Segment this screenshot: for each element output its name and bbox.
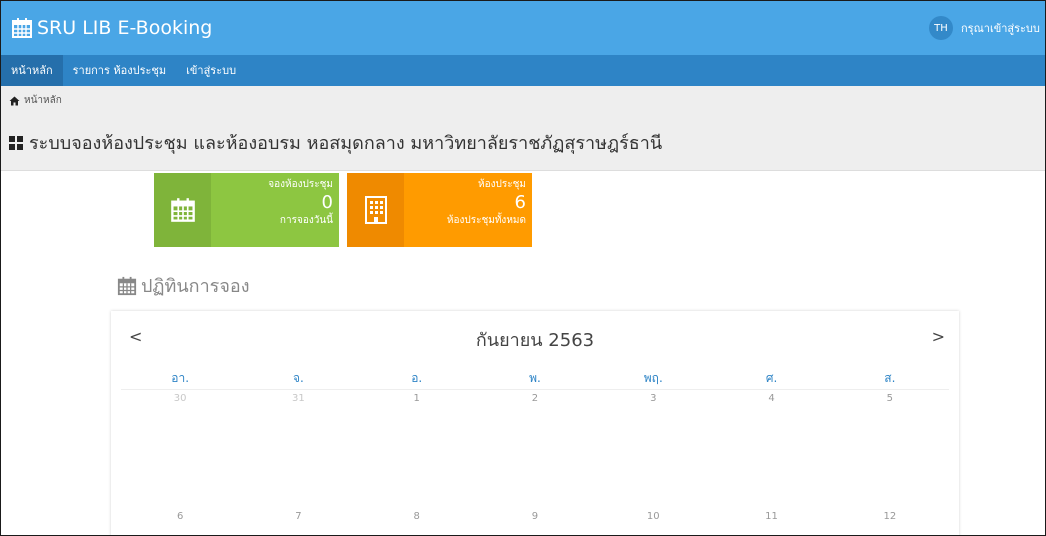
calendar-day[interactable]: 2 bbox=[476, 391, 594, 407]
calendar-day[interactable]: 7 bbox=[239, 509, 357, 525]
home-icon bbox=[9, 96, 20, 105]
calendar-icon bbox=[170, 198, 195, 222]
bookings-label: จองห้องประชุม bbox=[268, 179, 333, 190]
calendar-day[interactable]: 5 bbox=[831, 391, 949, 407]
rooms-card[interactable]: ห้องประชุม 6 ห้องประชุมทั้งหมด bbox=[347, 173, 532, 247]
weekday-header: อา. จ. อ. พ. พฤ. ศ. ส. bbox=[121, 369, 949, 390]
calendar-icon bbox=[12, 18, 32, 38]
weekday-tue: อ. bbox=[411, 371, 423, 385]
calendar-day[interactable]: 11 bbox=[712, 509, 830, 525]
building-icon bbox=[364, 196, 387, 224]
calendar-week: 6 7 8 9 10 11 12 bbox=[121, 509, 949, 525]
brand-link[interactable]: SRU LIB E-Booking bbox=[11, 15, 212, 41]
page-title-text: ระบบจองห้องประชุม และห้องอบรม หอสมุดกลาง… bbox=[29, 133, 663, 154]
app-title: SRU LIB E-Booking bbox=[37, 17, 213, 39]
breadcrumb-home[interactable]: หน้าหลัก bbox=[24, 93, 62, 108]
rooms-count: 6 bbox=[514, 192, 526, 213]
calendar-month: กันยายน 2563 bbox=[475, 330, 595, 351]
weekday-sun: อา. bbox=[171, 371, 190, 385]
main-nav: หน้าหลัก รายการ ห้องประชุม เข้าสู่ระบบ bbox=[1, 55, 1045, 86]
rooms-sublabel: ห้องประชุมทั้งหมด bbox=[446, 215, 526, 226]
card-icon-panel bbox=[347, 173, 404, 247]
card-content: จองห้องประชุม 0 การจองวันนี้ bbox=[211, 173, 339, 247]
nav-item-login[interactable]: เข้าสู่ระบบ bbox=[176, 55, 246, 86]
card-content: ห้องประชุม 6 ห้องประชุมทั้งหมด bbox=[404, 173, 532, 247]
page-title: ระบบจองห้องประชุม และห้องอบรม หอสมุดกลาง… bbox=[9, 128, 662, 157]
calendar-week: 30 31 1 2 3 4 5 bbox=[121, 391, 949, 407]
page-header: หน้าหลัก ระบบจองห้องประชุม และห้องอบรม ห… bbox=[1, 86, 1045, 171]
app-frame: SRU LIB E-Booking TH กรุณาเข้าสู่ระบบ หน… bbox=[0, 0, 1046, 536]
prev-month-button[interactable]: < bbox=[129, 327, 142, 346]
weekday-thu: พฤ. bbox=[643, 371, 663, 385]
bookings-today-card[interactable]: จองห้องประชุม 0 การจองวันนี้ bbox=[154, 173, 339, 247]
calendar-day[interactable]: 4 bbox=[712, 391, 830, 407]
calendar-day[interactable]: 9 bbox=[476, 509, 594, 525]
rooms-label: ห้องประชุม bbox=[478, 179, 526, 190]
calendar-day[interactable]: 30 bbox=[121, 391, 239, 407]
calendar-day[interactable]: 3 bbox=[594, 391, 712, 407]
user-menu[interactable]: TH กรุณาเข้าสู่ระบบ bbox=[929, 16, 1045, 40]
calendar-day[interactable]: 8 bbox=[358, 509, 476, 525]
nav-item-rooms[interactable]: รายการ ห้องประชุม bbox=[63, 55, 177, 86]
nav-item-home[interactable]: หน้าหลัก bbox=[1, 55, 63, 86]
grid-icon bbox=[9, 135, 23, 150]
calendar-day[interactable]: 12 bbox=[831, 509, 949, 525]
weekday-wed: พ. bbox=[529, 371, 541, 385]
weekday-fri: ศ. bbox=[765, 371, 778, 385]
card-icon-panel bbox=[154, 173, 211, 247]
weekday-sat: ส. bbox=[884, 371, 896, 385]
schedule-heading: ปฏิทินการจอง bbox=[117, 271, 250, 300]
calendar-day[interactable]: 10 bbox=[594, 509, 712, 525]
calendar-day[interactable]: 6 bbox=[121, 509, 239, 525]
breadcrumb: หน้าหลัก bbox=[9, 93, 62, 108]
bookings-sublabel: การจองวันนี้ bbox=[279, 215, 333, 226]
calendar-day[interactable]: 31 bbox=[239, 391, 357, 407]
bookings-count: 0 bbox=[321, 192, 333, 213]
calendar-day[interactable]: 1 bbox=[358, 391, 476, 407]
login-prompt[interactable]: กรุณาเข้าสู่ระบบ bbox=[961, 19, 1045, 37]
top-bar: SRU LIB E-Booking TH กรุณาเข้าสู่ระบบ bbox=[1, 1, 1045, 55]
calendar-icon bbox=[117, 276, 137, 295]
avatar[interactable]: TH bbox=[929, 16, 953, 40]
schedule-heading-text: ปฏิทินการจอง bbox=[141, 276, 250, 297]
next-month-button[interactable]: > bbox=[932, 327, 945, 346]
weekday-mon: จ. bbox=[292, 371, 304, 385]
booking-calendar: กันยายน 2563 < > อา. จ. อ. พ. พฤ. ศ. ส. … bbox=[111, 311, 959, 535]
